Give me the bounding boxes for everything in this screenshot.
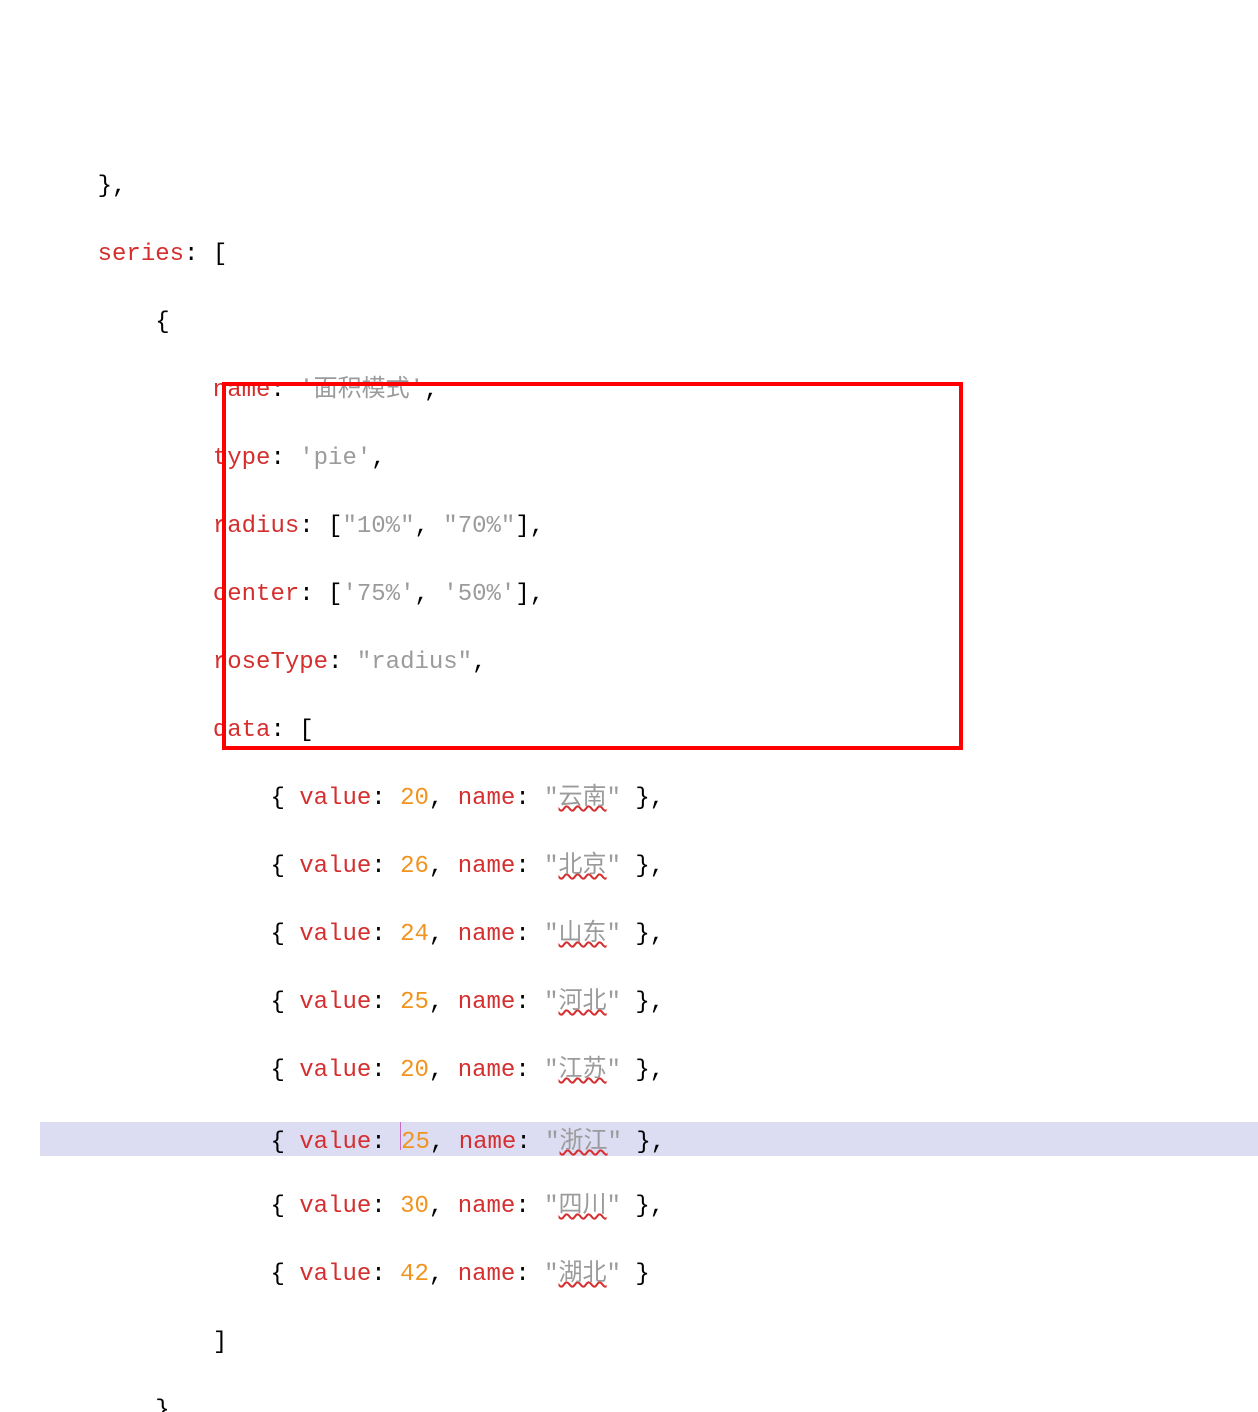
num: 26 [400, 853, 429, 880]
code-line: name: '面积模式', [40, 374, 1258, 408]
code-line: ] [40, 1326, 1258, 1360]
code-line: data: [ [40, 714, 1258, 748]
code-line: { value: 20, name: "云南" }, [40, 782, 1258, 816]
prop-value: value [299, 1129, 371, 1156]
prop-name: name [458, 853, 516, 880]
str-zh: 湖北 [559, 1261, 607, 1288]
code-line: }, [40, 170, 1258, 204]
str-name-val: '面积模式' [299, 377, 424, 404]
str-zh: 浙江 [560, 1129, 608, 1156]
prop-value: value [299, 1261, 371, 1288]
str-zh: 山东 [559, 921, 607, 948]
code-line: { [40, 306, 1258, 340]
prop-series: series [98, 241, 184, 268]
code-editor[interactable]: }, series: [ { name: '面积模式', type: 'pie'… [0, 136, 1258, 1412]
prop-type: type [213, 445, 271, 472]
prop-value: value [299, 853, 371, 880]
num: 20 [400, 785, 429, 812]
str-zh: 江苏 [559, 1057, 607, 1084]
num: 24 [400, 921, 429, 948]
num: 25 [400, 989, 429, 1016]
code-line: radius: ["10%", "70%"], [40, 510, 1258, 544]
code-line: { value: 42, name: "湖北" } [40, 1258, 1258, 1292]
prop-name: name [213, 377, 271, 404]
prop-name: name [458, 1057, 516, 1084]
code-line: type: 'pie', [40, 442, 1258, 476]
code-line: roseType: "radius", [40, 646, 1258, 680]
prop-name: name [458, 989, 516, 1016]
code-line: { value: 20, name: "江苏" }, [40, 1054, 1258, 1088]
text: }, [40, 173, 126, 200]
text-cursor [400, 1122, 401, 1150]
prop-center: center [213, 581, 299, 608]
prop-name: name [459, 1129, 517, 1156]
prop-name: name [458, 1261, 516, 1288]
str-type-val: 'pie' [299, 445, 371, 472]
prop-value: value [299, 921, 371, 948]
prop-data: data [213, 717, 271, 744]
str-r1: "10%" [342, 513, 414, 540]
annotation-box [222, 382, 963, 750]
code-line: { value: 25, name: "河北" }, [40, 986, 1258, 1020]
str-c1: '75%' [342, 581, 414, 608]
prop-value: value [299, 785, 371, 812]
code-line: { value: 26, name: "北京" }, [40, 850, 1258, 884]
num: 25 [401, 1129, 430, 1156]
code-line: } [40, 1394, 1258, 1412]
str-c2: '50%' [443, 581, 515, 608]
code-line: { value: 30, name: "四川" }, [40, 1190, 1258, 1224]
code-line: { value: 24, name: "山东" }, [40, 918, 1258, 952]
str-rose: "radius" [357, 649, 472, 676]
str-zh: 北京 [559, 853, 607, 880]
prop-value: value [299, 989, 371, 1016]
prop-name: name [458, 1193, 516, 1220]
prop-radius: radius [213, 513, 299, 540]
prop-name: name [458, 921, 516, 948]
code-line: center: ['75%', '50%'], [40, 578, 1258, 612]
str-zh: 云南 [559, 785, 607, 812]
num: 30 [400, 1193, 429, 1220]
num: 42 [400, 1261, 429, 1288]
code-line: series: [ [40, 238, 1258, 272]
prop-name: name [458, 785, 516, 812]
prop-rosetype: roseType [213, 649, 328, 676]
prop-value: value [299, 1057, 371, 1084]
str-zh: 河北 [559, 989, 607, 1016]
str-zh: 四川 [559, 1193, 607, 1220]
prop-value: value [299, 1193, 371, 1220]
num: 20 [400, 1057, 429, 1084]
str-r2: "70%" [443, 513, 515, 540]
code-line-active: { value: 25, name: "浙江" }, [40, 1122, 1258, 1156]
